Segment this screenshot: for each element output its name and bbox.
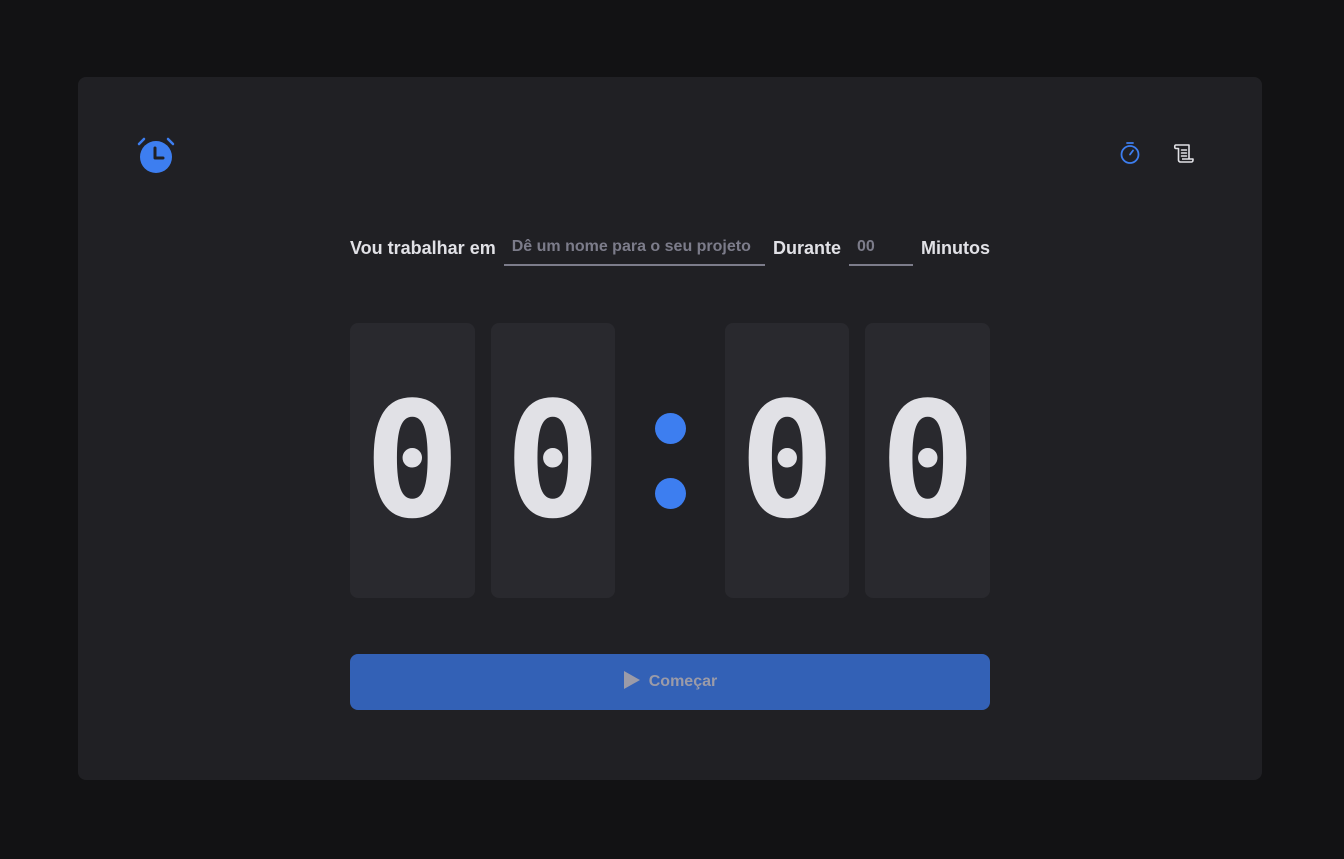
countdown-minutes-tens: 0 [350,323,475,598]
separator-dot-bottom [654,477,686,509]
task-form: Vou trabalhar em Durante Minutos [350,229,990,267]
start-button[interactable]: Começar [350,654,990,710]
timer-icon [1118,141,1142,170]
alarm-clock-icon [136,137,176,177]
countdown-seconds-tens: 0 [724,323,850,598]
play-icon [623,670,641,695]
minutes-label: Minutos [921,237,990,258]
duration-label: Durante [772,237,841,258]
minutes-input[interactable] [849,230,913,266]
countdown-minutes-ones: 0 [490,323,616,598]
countdown-display: 0 0 0 0 [350,323,991,598]
nav-history-link[interactable] [1172,143,1196,167]
scroll-icon [1172,141,1196,170]
task-input[interactable] [503,230,765,266]
task-label: Vou trabalhar em [350,237,496,258]
countdown-seconds-ones: 0 [865,323,991,598]
nav-timer-link[interactable] [1118,141,1142,170]
header-nav [1118,141,1196,170]
separator-dot-top [654,412,686,444]
countdown-separator [631,323,709,598]
main-card: Vou trabalhar em Durante Minutos 0 0 0 0… [78,77,1262,780]
start-button-label: Começar [648,673,718,690]
